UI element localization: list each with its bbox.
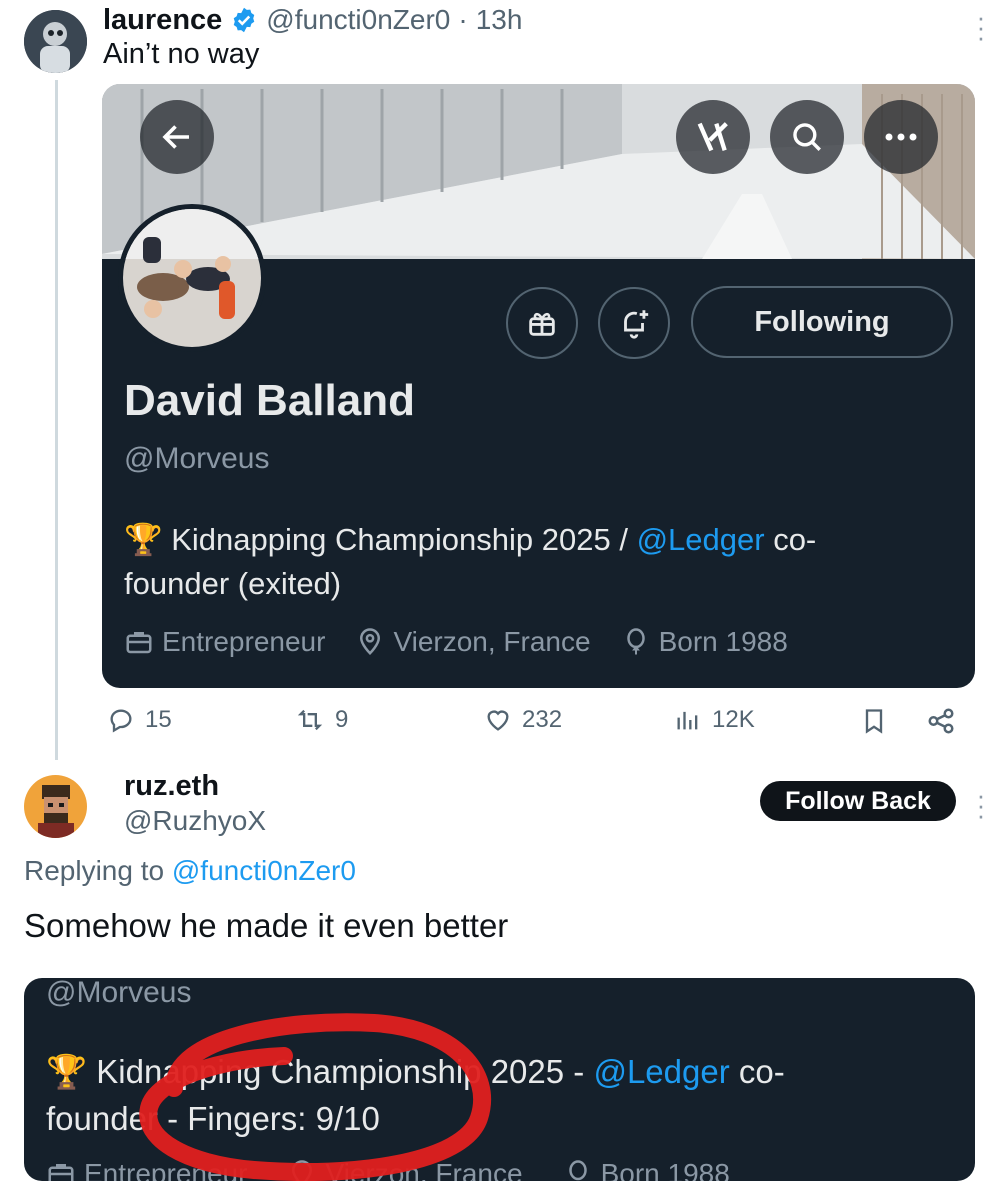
grok-button[interactable] [676,100,750,174]
bio-text-tail: co- [764,522,817,557]
reply-count: 15 [145,706,172,733]
views-action[interactable]: 12K [674,703,755,737]
author-handle[interactable]: @functi0nZer0 [266,4,450,36]
meta-born: Born 1988 [621,626,788,658]
repost-action[interactable]: 9 [295,703,348,737]
views-count: 12K [712,706,755,733]
reply-action[interactable]: 15 [107,703,172,737]
reply-author-handle[interactable]: @RuzhyoX [124,805,266,837]
search-button[interactable] [770,100,844,174]
views-icon [677,711,698,730]
search-icon [793,123,821,151]
replying-prefix: Replying to [24,855,172,886]
back-button[interactable] [140,100,214,174]
separator: · [458,4,468,35]
ledger-link[interactable]: @Ledger [637,522,765,557]
meta-location-text: Vierzon, France [393,626,591,657]
reply-text: Somehow he made it even better [24,907,509,944]
meta-job: Entrepreneur [124,626,325,658]
ellipsis-icon [885,133,917,141]
profile-handle: @Morveus [124,442,270,475]
repost-count: 9 [335,706,349,733]
notifications-button[interactable] [598,287,670,359]
location-pin-icon [360,628,381,656]
meta-job-text: Entrepreneur [162,626,326,657]
profile-bio: 🏆 Kidnapping Championship 2025 / @Ledger… [124,518,954,606]
arrow-left-icon [162,125,189,149]
heart-icon [487,710,509,731]
tweet-header: laurence @functi0nZer0 · 13h [103,2,522,38]
verified-icon [234,7,255,33]
red-annotation-circle [139,1013,492,1181]
reply-icon [110,709,132,733]
reply-author-name[interactable]: ruz.eth [124,770,219,803]
bookmark-icon [865,709,883,734]
like-action[interactable]: 232 [484,703,562,737]
avatar-laurence[interactable] [24,10,87,73]
bell-plus-icon [624,310,649,339]
more-icon[interactable]: · · · [974,4,988,50]
bio-text: Kidnapping Championship 2025 / [171,522,637,557]
avatar-image [24,775,87,838]
briefcase-icon [126,632,152,654]
subscribe-button[interactable] [506,287,578,359]
balloon-icon [626,628,645,655]
share-button[interactable] [926,706,956,741]
edited-profile-image[interactable]: @Morveus 🏆 Kidnapping Championship 2025 … [24,978,975,1181]
profile-meta: Entrepreneur Vierzon, France Born 1988 [124,626,788,658]
repost-icon [297,709,323,731]
replying-to: Replying to @functi0nZer0 [24,855,356,887]
avatar-ruz[interactable] [24,775,87,838]
gift-icon [529,312,555,336]
profile-photo [123,209,261,347]
reply-more-icon[interactable]: · · · [974,782,988,828]
meta-born-text: Born 1988 [658,626,788,657]
avatar-image [24,10,87,73]
author-name[interactable]: laurence [103,4,222,37]
profile-avatar[interactable] [118,204,266,352]
bookmark-button[interactable] [860,706,888,741]
profile-card-image[interactable]: Following David Balland @Morveus 🏆 Kidna… [102,84,975,688]
following-button[interactable]: Following [691,286,953,358]
thread-line [55,80,58,760]
timestamp[interactable]: 13h [476,4,523,36]
like-count: 232 [522,706,563,733]
follow-back-button[interactable]: Follow Back [760,781,956,821]
share-icon [928,708,954,734]
profile-name: David Balland [124,376,415,425]
trophy-icon: 🏆 [124,522,163,557]
grok-icon [697,122,728,152]
tweet-text: Ain’t no way [103,38,260,70]
more-options-button[interactable] [864,100,938,174]
meta-location: Vierzon, France [355,626,591,658]
replying-to-handle[interactable]: @functi0nZer0 [172,855,356,886]
bio-line-2: founder (exited) [124,566,342,601]
